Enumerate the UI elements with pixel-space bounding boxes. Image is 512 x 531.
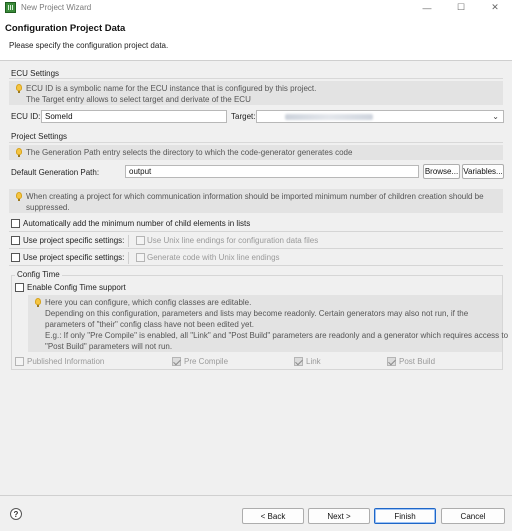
footer-divider — [0, 495, 512, 496]
project-info2-line1: When creating a project for which commun… — [26, 192, 484, 201]
next-button[interactable]: Next > — [308, 508, 370, 524]
ecu-settings-line — [9, 78, 503, 79]
lightbulb-icon — [16, 192, 22, 201]
config-info-line4: E.g.: If only "Pre Compile" is enabled, … — [45, 331, 509, 340]
project-settings-title: Project Settings — [11, 132, 68, 141]
title-bar: New Project Wizard — ☐ ✕ — [0, 0, 512, 15]
ecu-info-line1: ECU ID is a symbolic name for the ECU in… — [26, 84, 317, 93]
target-value-redacted — [285, 114, 373, 120]
specific-settings-2-label: Use project specific settings: — [23, 253, 125, 262]
project-info-text: The Generation Path entry selects the di… — [26, 148, 353, 157]
project-info-box: The Generation Path entry selects the di… — [9, 145, 503, 160]
project-info2-line2: suppressed. — [26, 203, 70, 212]
browse-button[interactable]: Browse... — [423, 164, 460, 179]
divider — [9, 265, 503, 266]
unix-line-endings-checkbox[interactable] — [136, 236, 145, 245]
ecu-info-box: ECU ID is a symbolic name for the ECU in… — [9, 81, 503, 105]
published-info-checkbox[interactable] — [15, 357, 24, 366]
unix-line-endings-label: Use Unix line endings for configuration … — [147, 236, 319, 245]
chevron-down-icon: ⌄ — [492, 112, 499, 121]
enable-config-time-label: Enable Config Time support — [27, 283, 126, 292]
finish-button[interactable]: Finish — [374, 508, 436, 524]
separator — [128, 252, 129, 264]
generate-unix-label: Generate code with Unix line endings — [147, 253, 280, 262]
lightbulb-icon — [16, 148, 22, 157]
config-info-line3: parameters of "their" config class have … — [45, 320, 254, 329]
lightbulb-icon — [16, 84, 22, 93]
divider — [9, 248, 503, 249]
post-build-checkbox[interactable] — [387, 357, 396, 366]
generate-unix-checkbox[interactable] — [136, 253, 145, 262]
maximize-button[interactable]: ☐ — [444, 0, 478, 15]
ecu-info-line2: The Target entry allows to select target… — [26, 95, 251, 104]
config-info-line5: "Post Build" parameters will not run. — [45, 342, 173, 351]
config-time-info-box: Here you can configure, which config cla… — [28, 295, 508, 352]
project-settings-line — [9, 142, 503, 143]
project-info2-box: When creating a project for which commun… — [9, 189, 503, 213]
link-label: Link — [306, 357, 321, 366]
lightbulb-icon — [35, 298, 41, 307]
divider — [9, 231, 503, 232]
window-title: New Project Wizard — [21, 3, 92, 12]
app-icon — [5, 2, 16, 13]
target-select[interactable]: ⌄ — [256, 110, 504, 123]
config-info-line2: Depending on this configuration, paramet… — [45, 309, 469, 318]
variables-button[interactable]: Variables... — [462, 164, 504, 179]
enable-config-time-checkbox[interactable] — [15, 283, 24, 292]
config-time-title: Config Time — [15, 270, 62, 279]
back-button[interactable]: < Back — [242, 508, 304, 524]
gen-path-label: Default Generation Path: — [11, 168, 100, 177]
close-button[interactable]: ✕ — [478, 0, 512, 15]
page-subtitle: Please specify the configuration project… — [9, 41, 169, 50]
target-label: Target: — [231, 112, 256, 121]
specific-settings-2-checkbox[interactable] — [11, 253, 20, 262]
published-info-label: Published Information — [27, 357, 105, 366]
ecu-id-input[interactable]: SomeId — [41, 110, 227, 123]
pre-compile-label: Pre Compile — [184, 357, 229, 366]
specific-settings-1-checkbox[interactable] — [11, 236, 20, 245]
page-title: Configuration Project Data — [5, 23, 126, 34]
help-icon[interactable]: ? — [10, 508, 22, 520]
post-build-label: Post Build — [399, 357, 436, 366]
separator — [128, 235, 129, 247]
config-info-line1: Here you can configure, which config cla… — [45, 298, 252, 307]
minimize-button[interactable]: — — [410, 0, 444, 15]
auto-add-label: Automatically add the minimum number of … — [23, 219, 251, 228]
ecu-id-label: ECU ID: — [11, 112, 41, 121]
cancel-button[interactable]: Cancel — [441, 508, 505, 524]
auto-add-checkbox[interactable] — [11, 219, 20, 228]
ecu-settings-title: ECU Settings — [11, 69, 60, 78]
window-controls: — ☐ ✕ — [410, 0, 512, 15]
link-checkbox[interactable] — [294, 357, 303, 366]
specific-settings-1-label: Use project specific settings: — [23, 236, 125, 245]
gen-path-input[interactable]: output — [125, 165, 419, 178]
wizard-header: Configuration Project Data Please specif… — [0, 15, 512, 61]
pre-compile-checkbox[interactable] — [172, 357, 181, 366]
